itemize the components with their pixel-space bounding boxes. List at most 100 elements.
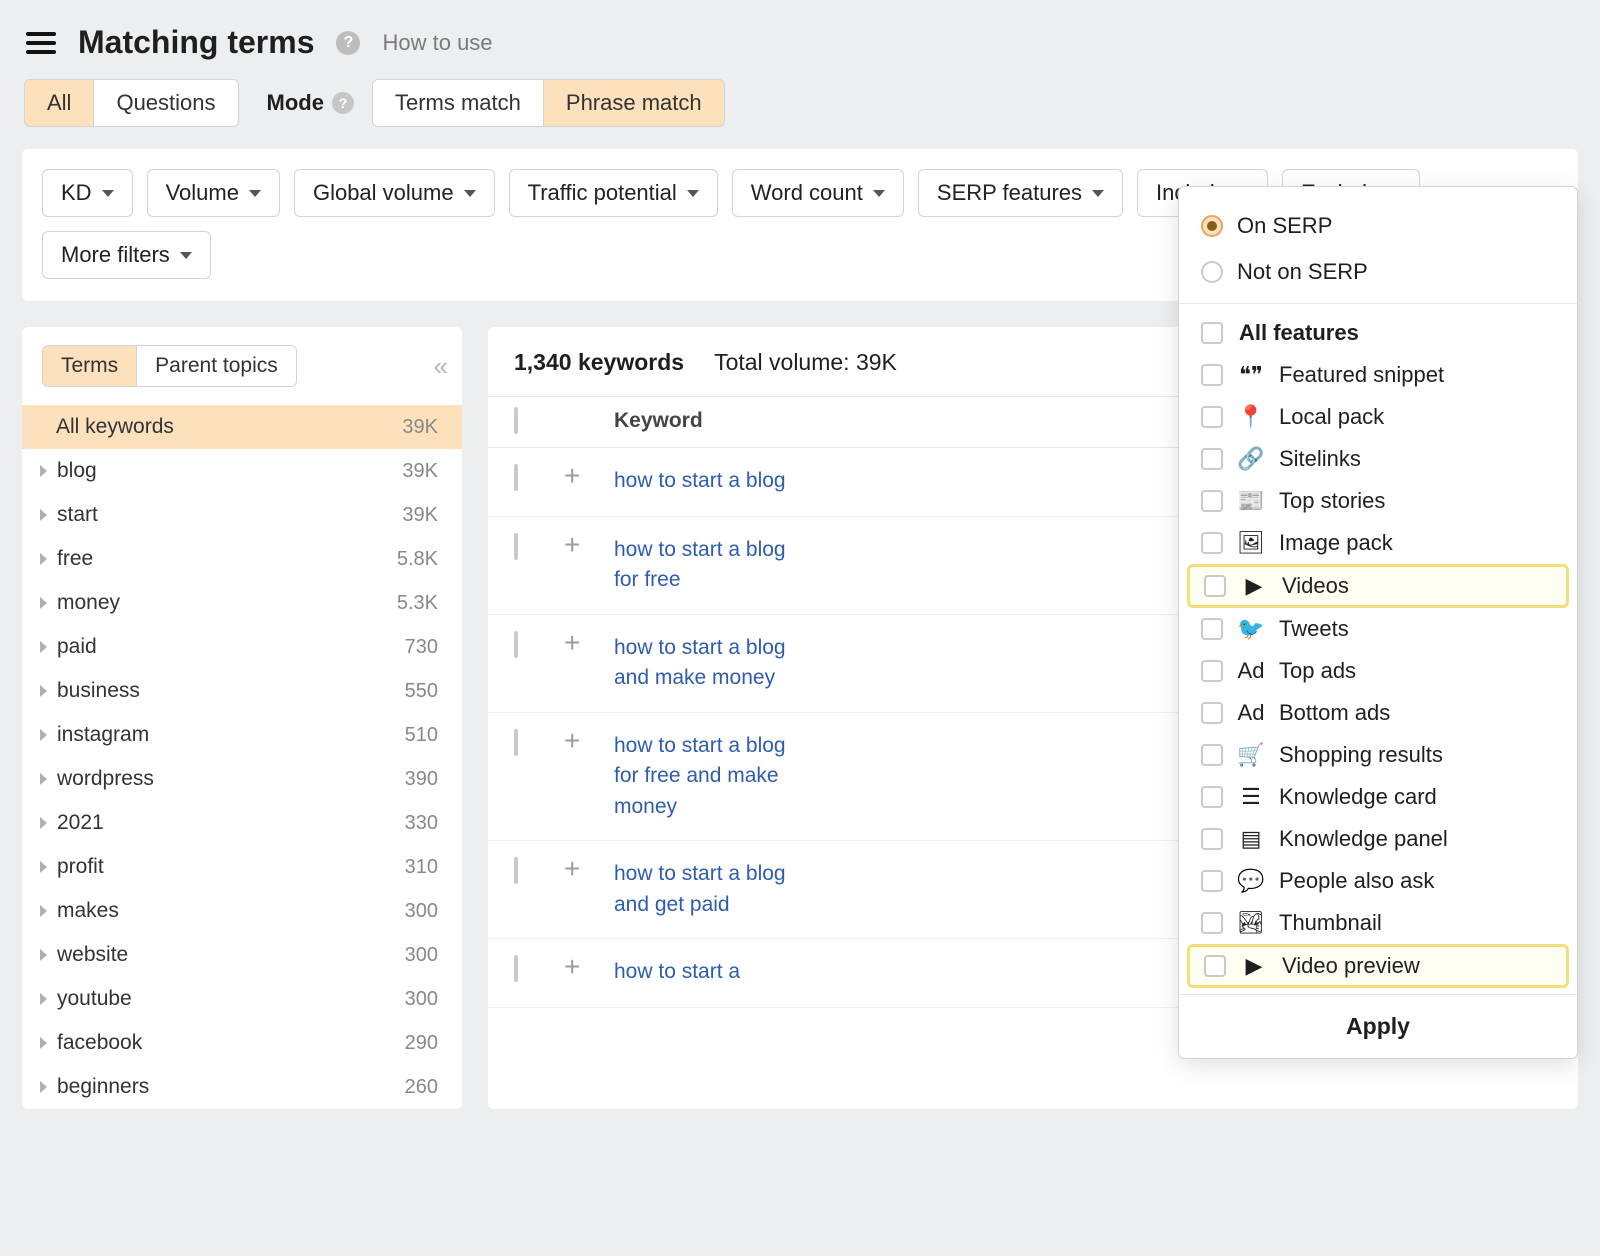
checkbox-feature[interactable]: 📰 Top stories	[1179, 480, 1577, 522]
sidebar-item[interactable]: facebook 290	[22, 1021, 462, 1065]
sidebar-item[interactable]: money 5.3K	[22, 581, 462, 625]
sidebar-item-label: instagram	[57, 723, 149, 747]
chevron-right-icon	[40, 641, 47, 653]
expand-icon[interactable]: +	[564, 853, 580, 884]
tab-all[interactable]: All	[25, 80, 93, 126]
keyword-link[interactable]: how to start a blog for free and make mo…	[614, 731, 814, 822]
row-checkbox[interactable]	[514, 955, 518, 982]
row-checkbox[interactable]	[514, 729, 518, 756]
keyword-link[interactable]: how to start a blog and get paid	[614, 859, 814, 920]
checkbox-feature[interactable]: 🛒 Shopping results	[1179, 734, 1577, 776]
row-checkbox[interactable]	[514, 464, 518, 491]
chevron-down-icon	[249, 190, 261, 197]
select-all-checkbox[interactable]	[514, 407, 518, 434]
checkbox-feature[interactable]: ❝❞ Featured snippet	[1179, 354, 1577, 396]
col-keyword[interactable]: Keyword	[614, 409, 1142, 433]
checkbox-icon	[1201, 870, 1223, 892]
sidebar-item[interactable]: 2021 330	[22, 801, 462, 845]
how-to-use-link[interactable]: How to use	[382, 30, 492, 56]
keyword-link[interactable]: how to start a blog and make money	[614, 633, 814, 694]
apply-button[interactable]: Apply	[1179, 994, 1577, 1058]
sidebar-item[interactable]: All keywords 39K	[22, 405, 462, 449]
filter-kd[interactable]: KD	[42, 169, 133, 217]
checkbox-feature[interactable]: ▤ Knowledge panel	[1179, 818, 1577, 860]
sidebar-tab-terms[interactable]: Terms	[43, 346, 136, 386]
collapse-icon[interactable]: «	[434, 351, 442, 382]
sidebar-item-label: paid	[57, 635, 97, 659]
sidebar-item[interactable]: makes 300	[22, 889, 462, 933]
sidebar-item-label: wordpress	[57, 767, 154, 791]
checkbox-feature[interactable]: 🏞 Thumbnail	[1179, 902, 1577, 944]
sidebar-item-label: 2021	[57, 811, 104, 835]
chevron-right-icon	[40, 465, 47, 477]
checkbox-icon	[1201, 786, 1223, 808]
filter-more[interactable]: More filters	[42, 231, 211, 279]
radio-on-serp[interactable]: On SERP	[1179, 203, 1577, 249]
tab-terms-match[interactable]: Terms match	[373, 80, 543, 126]
sidebar-item[interactable]: blog 39K	[22, 449, 462, 493]
feature-label: Shopping results	[1279, 742, 1443, 768]
feature-label: Top stories	[1279, 488, 1385, 514]
feature-icon: ▶	[1242, 574, 1266, 598]
feature-icon: Ad	[1239, 659, 1263, 683]
filter-volume[interactable]: Volume	[147, 169, 280, 217]
sidebar-item[interactable]: website 300	[22, 933, 462, 977]
filter-serp-features[interactable]: SERP features	[918, 169, 1123, 217]
radio-not-on-serp[interactable]: Not on SERP	[1179, 249, 1577, 295]
sidebar-item-label: blog	[57, 459, 97, 483]
checkbox-feature[interactable]: 🔗 Sitelinks	[1179, 438, 1577, 480]
feature-icon: ▤	[1239, 827, 1263, 851]
checkbox-feature[interactable]: 💬 People also ask	[1179, 860, 1577, 902]
sidebar-item[interactable]: youtube 300	[22, 977, 462, 1021]
chevron-right-icon	[40, 1081, 47, 1093]
keyword-link[interactable]: how to start a blog for free	[614, 535, 814, 596]
checkbox-icon	[1204, 955, 1226, 977]
sidebar-item[interactable]: free 5.8K	[22, 537, 462, 581]
checkbox-feature[interactable]: 🖼 Image pack	[1179, 522, 1577, 564]
keyword-link[interactable]: how to start a	[614, 957, 814, 987]
chevron-right-icon	[40, 773, 47, 785]
expand-icon[interactable]: +	[564, 627, 580, 658]
checkbox-feature[interactable]: 📍 Local pack	[1179, 396, 1577, 438]
filter-word-count[interactable]: Word count	[732, 169, 904, 217]
menu-icon[interactable]	[26, 32, 56, 54]
sidebar-item[interactable]: profit 310	[22, 845, 462, 889]
feature-icon: 🐦	[1239, 617, 1263, 641]
checkbox-feature[interactable]: Ad Top ads	[1179, 650, 1577, 692]
tab-questions[interactable]: Questions	[93, 80, 237, 126]
expand-icon[interactable]: +	[564, 529, 580, 560]
filter-global-volume[interactable]: Global volume	[294, 169, 495, 217]
expand-icon[interactable]: +	[564, 951, 580, 982]
radio-icon	[1201, 215, 1223, 237]
sidebar-item[interactable]: beginners 260	[22, 1065, 462, 1109]
checkbox-feature[interactable]: Ad Bottom ads	[1179, 692, 1577, 734]
expand-icon[interactable]: +	[564, 725, 580, 756]
sidebar-item[interactable]: wordpress 390	[22, 757, 462, 801]
feature-label: Top ads	[1279, 658, 1356, 684]
help-icon[interactable]: ?	[336, 31, 360, 55]
sidebar-item[interactable]: instagram 510	[22, 713, 462, 757]
sidebar-item-count: 5.8K	[397, 548, 438, 571]
row-checkbox[interactable]	[514, 857, 518, 884]
sidebar: Terms Parent topics « All keywords 39K b…	[22, 327, 462, 1109]
row-checkbox[interactable]	[514, 533, 518, 560]
sidebar-item-count: 510	[405, 724, 438, 747]
sidebar-item-label: beginners	[57, 1075, 149, 1099]
row-checkbox[interactable]	[514, 631, 518, 658]
filter-traffic-potential[interactable]: Traffic potential	[509, 169, 718, 217]
mode-help-icon[interactable]: ?	[332, 92, 354, 114]
sidebar-tab-parent[interactable]: Parent topics	[136, 346, 296, 386]
keyword-link[interactable]: how to start a blog	[614, 466, 814, 496]
sidebar-item[interactable]: start 39K	[22, 493, 462, 537]
checkbox-feature[interactable]: 🐦 Tweets	[1179, 608, 1577, 650]
checkbox-feature[interactable]: ☰ Knowledge card	[1179, 776, 1577, 818]
checkbox-feature[interactable]: ▶ Video preview	[1190, 947, 1566, 985]
expand-icon[interactable]: +	[564, 460, 580, 491]
checkbox-icon	[1204, 575, 1226, 597]
sidebar-item-label: makes	[57, 899, 119, 923]
sidebar-item[interactable]: business 550	[22, 669, 462, 713]
tab-phrase-match[interactable]: Phrase match	[543, 80, 724, 126]
checkbox-all-features[interactable]: All features	[1179, 312, 1577, 354]
checkbox-feature[interactable]: ▶ Videos	[1190, 567, 1566, 605]
sidebar-item[interactable]: paid 730	[22, 625, 462, 669]
